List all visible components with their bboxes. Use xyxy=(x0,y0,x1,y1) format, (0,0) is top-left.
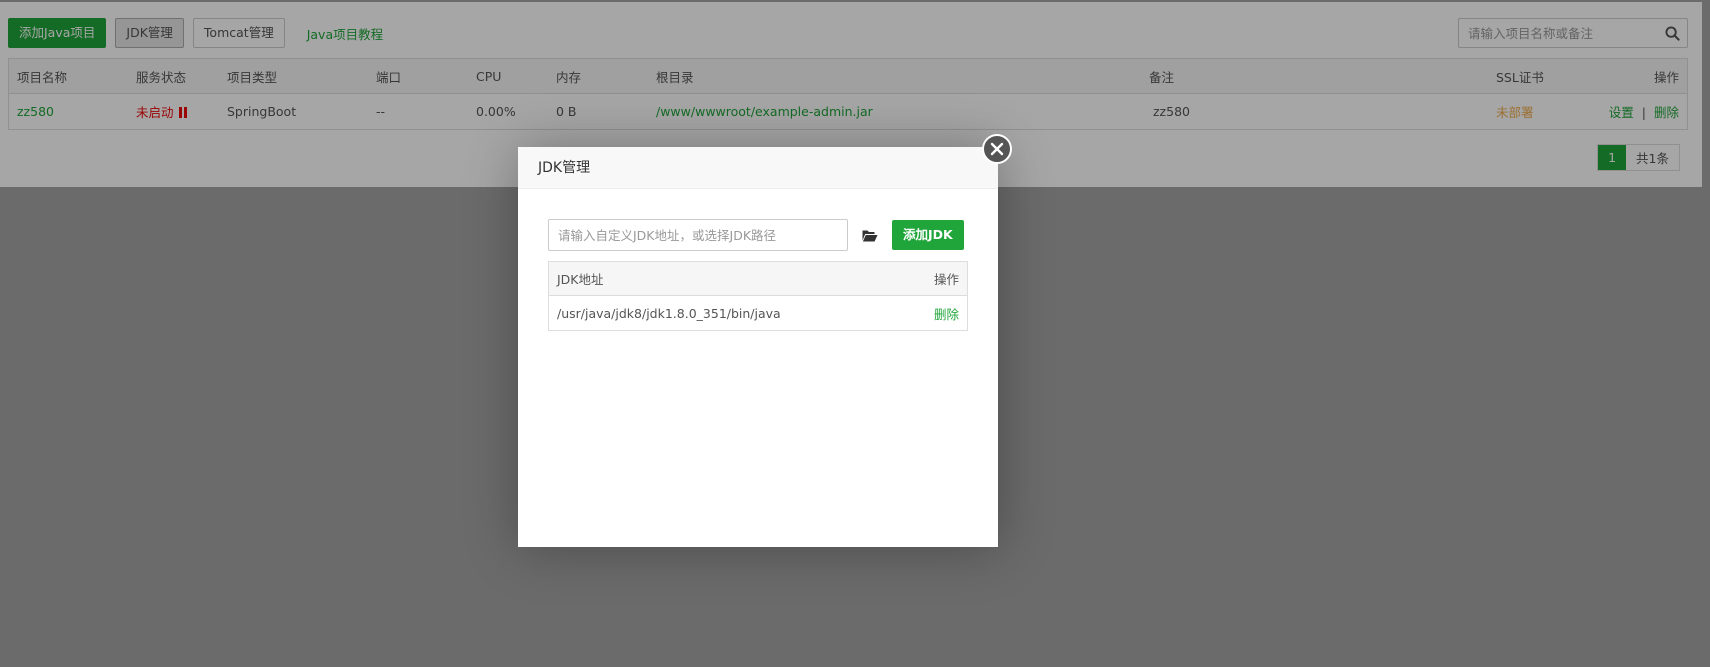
header-jdk-action: 操作 xyxy=(933,272,959,287)
jdk-path-input[interactable] xyxy=(548,219,848,251)
table-row: /usr/java/jdk8/jdk1.8.0_351/bin/java 删除 xyxy=(549,296,967,330)
folder-open-icon[interactable] xyxy=(848,219,892,251)
header-jdk-path: JDK地址 xyxy=(557,272,604,287)
jdk-delete-link[interactable]: 删除 xyxy=(934,304,959,323)
add-jdk-row: 添加JDK xyxy=(548,219,968,251)
dialog-body: 添加JDK JDK地址 操作 /usr/java/jdk8/jdk1.8.0_3… xyxy=(548,219,968,331)
jdk-path: /usr/java/jdk8/jdk1.8.0_351/bin/java xyxy=(557,305,781,321)
jdk-table: JDK地址 操作 /usr/java/jdk8/jdk1.8.0_351/bin… xyxy=(548,261,968,331)
jdk-table-header: JDK地址 操作 xyxy=(549,262,967,296)
add-jdk-button[interactable]: 添加JDK xyxy=(892,220,964,250)
close-icon[interactable] xyxy=(982,134,1012,164)
jdk-manage-dialog: JDK管理 添加JDK JDK地址 操作 /usr/java/jdk8/jdk1… xyxy=(518,134,1012,547)
dialog-title: JDK管理 xyxy=(518,147,998,189)
